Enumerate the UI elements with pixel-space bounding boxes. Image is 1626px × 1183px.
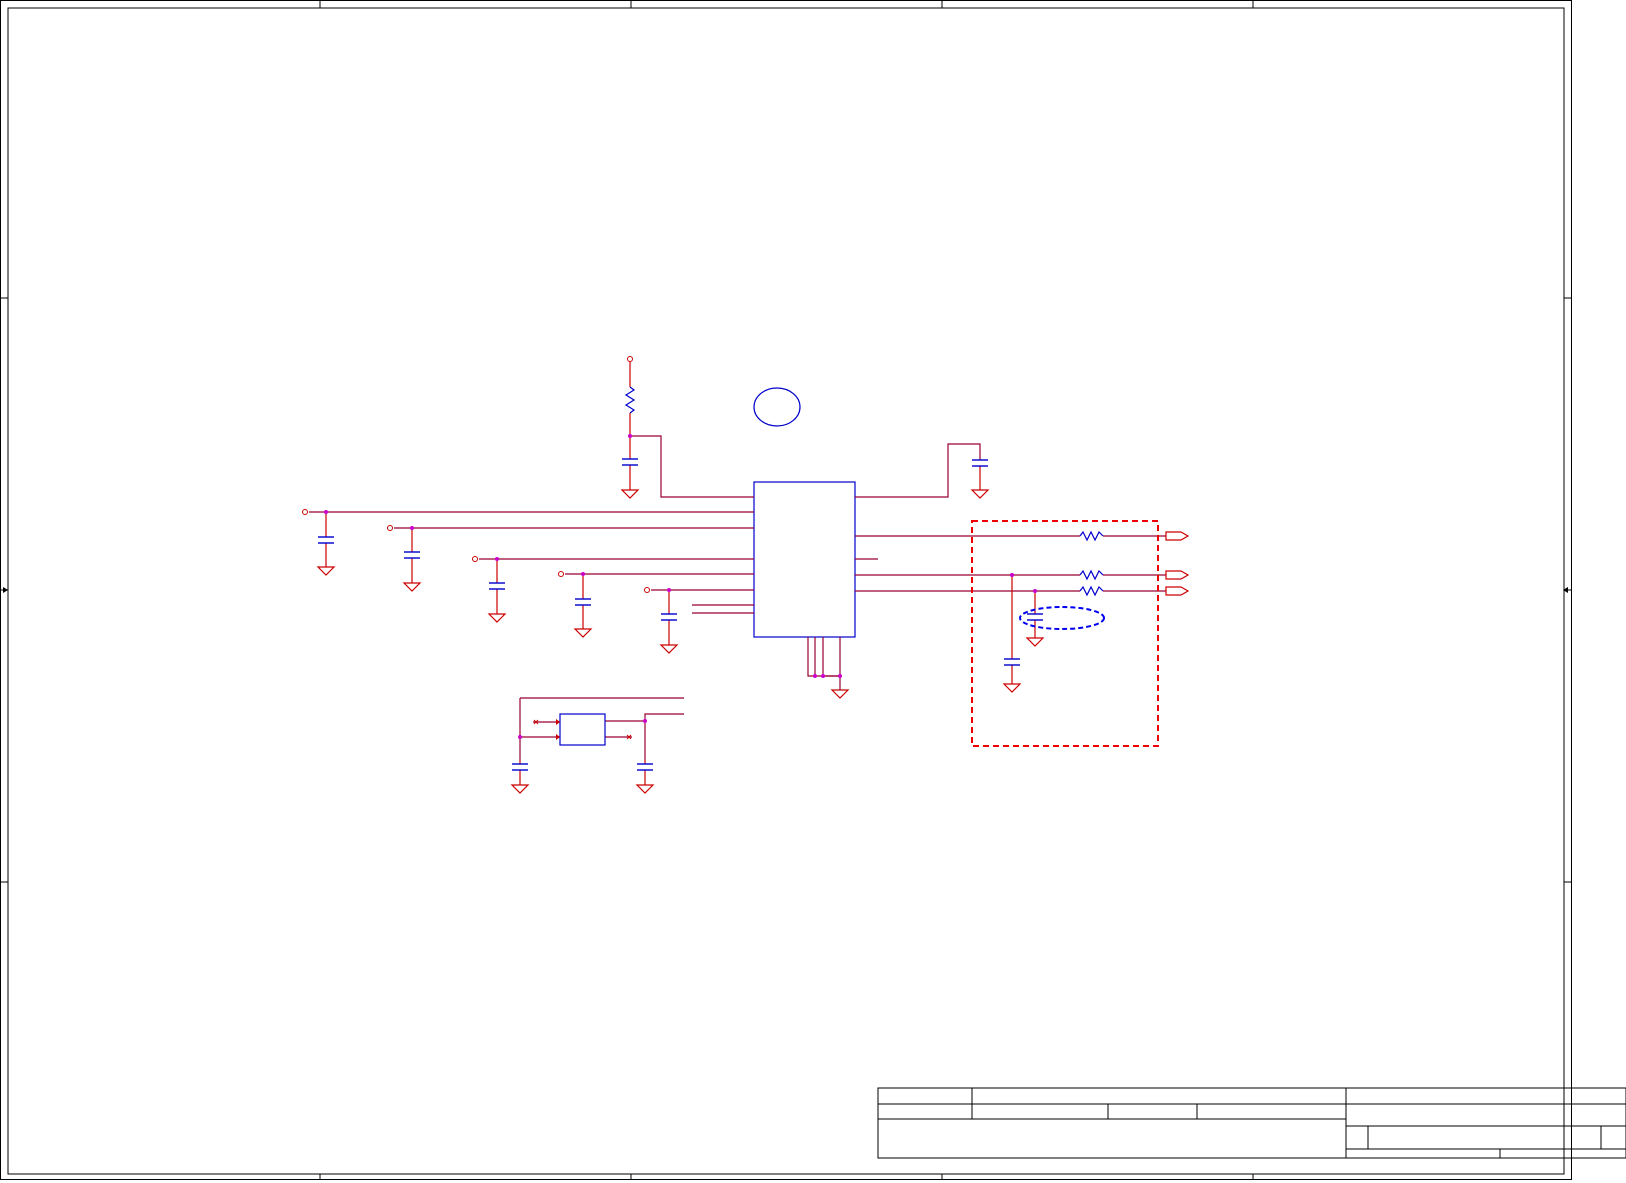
outer-border bbox=[0, 0, 1572, 1180]
power-terminal[interactable] bbox=[387, 525, 393, 531]
power-terminal[interactable] bbox=[644, 587, 650, 593]
junction-dot bbox=[667, 588, 671, 592]
ic-marker-circle bbox=[753, 387, 801, 427]
title-block bbox=[877, 1087, 1626, 1159]
capacitor[interactable] bbox=[1004, 658, 1020, 666]
capacitors bbox=[318, 458, 1043, 771]
title-block-outer bbox=[877, 1087, 1626, 1159]
junction-dot bbox=[1033, 589, 1037, 593]
junction-dot bbox=[495, 557, 499, 561]
resistor[interactable] bbox=[624, 386, 636, 414]
junction-dot bbox=[628, 434, 632, 438]
capacitor[interactable] bbox=[575, 598, 591, 606]
ground-symbol bbox=[510, 784, 530, 794]
ground-symbol bbox=[316, 566, 336, 576]
resistors bbox=[624, 386, 1104, 597]
junction-dot bbox=[813, 674, 817, 678]
frame-arrow-left bbox=[3, 587, 8, 593]
junctions bbox=[324, 434, 1037, 739]
ground-symbol bbox=[830, 689, 850, 699]
frame-arrow-markers bbox=[3, 587, 1568, 593]
junction-dot bbox=[518, 735, 522, 739]
ground-symbol bbox=[970, 489, 990, 499]
capacitor[interactable] bbox=[622, 458, 638, 466]
output-ports bbox=[1165, 531, 1190, 596]
net-wire[interactable] bbox=[807, 637, 840, 677]
resistor[interactable] bbox=[1079, 530, 1104, 542]
capacitor[interactable] bbox=[318, 536, 334, 544]
output-port[interactable] bbox=[1165, 570, 1190, 580]
capacitor[interactable] bbox=[972, 459, 988, 467]
net-wire[interactable] bbox=[855, 443, 981, 498]
output-port[interactable] bbox=[1165, 586, 1190, 596]
output-port[interactable] bbox=[1165, 531, 1190, 541]
highlight-box bbox=[971, 520, 1159, 747]
crystal-oscillator[interactable] bbox=[559, 713, 606, 746]
junction-dot bbox=[643, 719, 647, 723]
highlight-ellipse bbox=[1019, 606, 1105, 630]
power-terminal[interactable] bbox=[627, 356, 633, 362]
capacitor[interactable] bbox=[661, 613, 677, 621]
ground-symbol bbox=[659, 644, 679, 654]
net-wire[interactable] bbox=[630, 435, 754, 498]
ground-symbol bbox=[620, 489, 640, 499]
power-terminal[interactable] bbox=[558, 571, 564, 577]
junction-dot bbox=[410, 526, 414, 530]
inner-border bbox=[7, 7, 1565, 1175]
power-terminal[interactable] bbox=[472, 556, 478, 562]
ground-symbol bbox=[1025, 637, 1045, 647]
ground-symbol bbox=[402, 582, 422, 592]
resistor[interactable] bbox=[1079, 569, 1104, 581]
junction-dot bbox=[1010, 573, 1014, 577]
junction-dot bbox=[324, 510, 328, 514]
drawing-frame bbox=[0, 0, 1572, 1180]
schematic-sheet bbox=[0, 0, 1626, 1180]
capacitor[interactable] bbox=[404, 551, 420, 559]
no-connect-marks bbox=[533, 719, 632, 740]
power-terminals bbox=[302, 356, 650, 593]
net-wire[interactable] bbox=[644, 713, 684, 760]
ground-symbol bbox=[1002, 683, 1022, 693]
capacitor[interactable] bbox=[1027, 613, 1043, 621]
ground-symbol bbox=[635, 784, 655, 794]
junction-dot bbox=[838, 674, 842, 678]
junction-dot bbox=[581, 572, 585, 576]
capacitor[interactable] bbox=[637, 763, 653, 771]
main-ic[interactable] bbox=[753, 481, 856, 638]
wires bbox=[309, 435, 1166, 760]
power-terminal[interactable] bbox=[302, 509, 308, 515]
capacitor[interactable] bbox=[489, 582, 505, 590]
resistor[interactable] bbox=[1079, 585, 1104, 597]
ground-symbol bbox=[573, 628, 593, 638]
capacitor[interactable] bbox=[512, 763, 528, 771]
ground-symbol bbox=[487, 613, 507, 623]
junction-dot bbox=[821, 674, 825, 678]
